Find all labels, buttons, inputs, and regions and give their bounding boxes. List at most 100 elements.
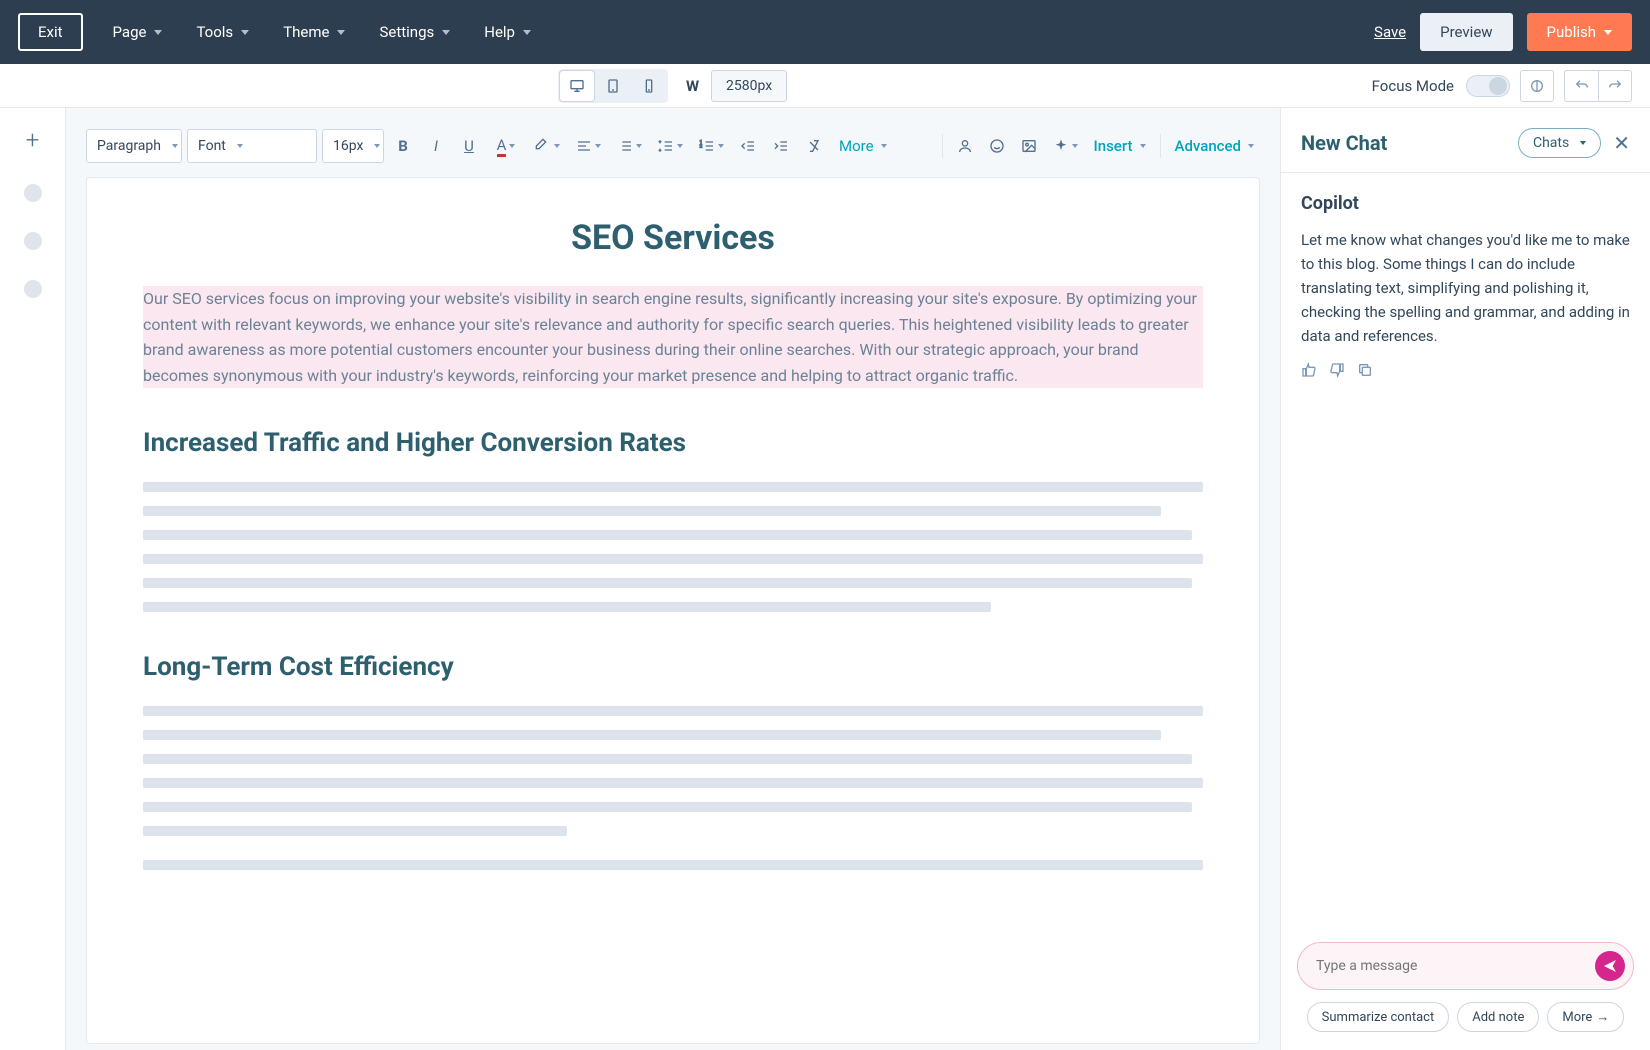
text-color-button[interactable]: A (488, 131, 524, 161)
skeleton-line (143, 826, 567, 836)
advanced-menu[interactable]: Advanced (1169, 137, 1260, 155)
chevron-down-icon (154, 30, 162, 35)
chevron-down-icon (442, 30, 450, 35)
personalize-button[interactable] (951, 131, 979, 161)
numbered-list-button[interactable]: 12 (693, 131, 729, 161)
preview-button[interactable]: Preview (1420, 13, 1512, 51)
chevron-down-icon (677, 144, 683, 148)
italic-button[interactable]: I (422, 131, 450, 161)
copilot-name: Copilot (1301, 193, 1630, 214)
width-input[interactable] (711, 70, 787, 102)
chevron-down-icon (1580, 141, 1586, 145)
image-button[interactable] (1015, 131, 1043, 161)
copilot-panel: New Chat Chats ✕ Copilot Let me know wha… (1280, 108, 1650, 1050)
add-block-button[interactable]: + (26, 126, 40, 154)
section-heading-cost: Long-Term Cost Efficiency (143, 652, 1203, 682)
divider (1160, 134, 1161, 158)
menu-help[interactable]: Help (484, 23, 531, 41)
line-height-button[interactable] (652, 131, 688, 161)
menu-theme-label: Theme (283, 23, 329, 41)
skeleton-line (143, 706, 1203, 716)
chevron-down-icon (241, 30, 249, 35)
numbered-list-icon: 12 (699, 138, 715, 154)
emoji-button[interactable] (983, 131, 1011, 161)
skeleton-line (143, 530, 1192, 540)
chip-add-note[interactable]: Add note (1457, 1002, 1539, 1032)
menu-settings[interactable]: Settings (379, 23, 450, 41)
page-canvas[interactable]: SEO Services Our SEO services focus on i… (86, 177, 1260, 1044)
skeleton-line (143, 578, 1192, 588)
highlight-button[interactable] (529, 131, 565, 161)
thumbs-down-button[interactable] (1329, 362, 1345, 382)
outdent-button[interactable] (734, 131, 762, 161)
insert-label: Insert (1093, 137, 1132, 155)
list-button[interactable] (611, 131, 647, 161)
quick-action-chips: Summarize contact Add note More → (1297, 1002, 1634, 1032)
rail-item-1[interactable] (24, 184, 42, 202)
chat-body: Copilot Let me know what changes you'd l… (1281, 173, 1650, 928)
feedback-actions (1301, 362, 1630, 382)
chat-title: New Chat (1301, 131, 1387, 155)
bold-button[interactable]: B (389, 131, 417, 161)
font-select[interactable]: Font (187, 129, 317, 163)
thumbs-up-icon (1301, 362, 1317, 378)
clear-format-button[interactable] (800, 131, 828, 161)
menu-tools[interactable]: Tools (196, 23, 249, 41)
device-tablet-button[interactable] (596, 71, 630, 101)
chats-dropdown[interactable]: Chats (1518, 128, 1601, 158)
undo-button[interactable] (1564, 70, 1598, 102)
send-button[interactable] (1595, 951, 1625, 981)
skeleton-line (143, 754, 1192, 764)
viewport-toolbar: W Focus Mode (0, 64, 1650, 108)
chip-more[interactable]: More → (1547, 1002, 1624, 1032)
size-select[interactable]: 16px (322, 129, 384, 163)
paragraph-select[interactable]: Paragraph (86, 129, 182, 163)
more-format-button[interactable]: More (833, 137, 893, 155)
rail-item-2[interactable] (24, 232, 42, 250)
focus-mode-toggle[interactable] (1466, 75, 1510, 97)
redo-button[interactable] (1598, 70, 1632, 102)
chevron-down-icon (554, 144, 560, 148)
menu-page[interactable]: Page (113, 23, 163, 41)
mobile-icon (641, 78, 657, 94)
chip-summarize[interactable]: Summarize contact (1307, 1002, 1450, 1032)
copy-button[interactable] (1357, 362, 1373, 382)
chat-input-wrap (1297, 942, 1634, 990)
tablet-icon (605, 78, 621, 94)
underline-button[interactable]: U (455, 131, 483, 161)
device-mobile-button[interactable] (632, 71, 666, 101)
skeleton-line (143, 802, 1192, 812)
desktop-icon (569, 78, 585, 94)
menu-page-label: Page (113, 23, 147, 41)
save-link[interactable]: Save (1374, 23, 1406, 41)
thumbs-up-button[interactable] (1301, 362, 1317, 382)
chevron-down-icon (1072, 144, 1078, 148)
contrast-button[interactable] (1520, 70, 1554, 102)
person-icon (957, 138, 973, 154)
chat-input[interactable] (1316, 958, 1595, 974)
top-menu-bar: Exit Page Tools Theme Settings Help Save… (0, 0, 1650, 64)
chevron-down-icon (718, 144, 724, 148)
align-button[interactable] (570, 131, 606, 161)
exit-button[interactable]: Exit (18, 13, 83, 51)
skeleton-line (143, 602, 991, 612)
chevron-down-icon (237, 144, 243, 148)
editor-column: Paragraph Font 16px B I U A 12 More Inse… (66, 108, 1280, 1050)
close-button[interactable]: ✕ (1613, 131, 1630, 155)
chip-more-label: More (1562, 1010, 1592, 1025)
publish-button[interactable]: Publish (1527, 13, 1632, 51)
menu-theme[interactable]: Theme (283, 23, 345, 41)
indent-button[interactable] (767, 131, 795, 161)
font-select-label: Font (198, 138, 226, 154)
rail-item-3[interactable] (24, 280, 42, 298)
chevron-down-icon (172, 144, 178, 148)
list-icon (617, 138, 633, 154)
device-desktop-button[interactable] (560, 71, 594, 101)
ai-button[interactable] (1047, 131, 1083, 161)
redo-icon (1607, 78, 1623, 94)
chevron-down-icon (595, 144, 601, 148)
left-rail: + (0, 108, 66, 1050)
format-toolbar: Paragraph Font 16px B I U A 12 More Inse… (86, 123, 1260, 169)
page-title: SEO Services (143, 218, 1203, 258)
insert-menu[interactable]: Insert (1087, 137, 1151, 155)
